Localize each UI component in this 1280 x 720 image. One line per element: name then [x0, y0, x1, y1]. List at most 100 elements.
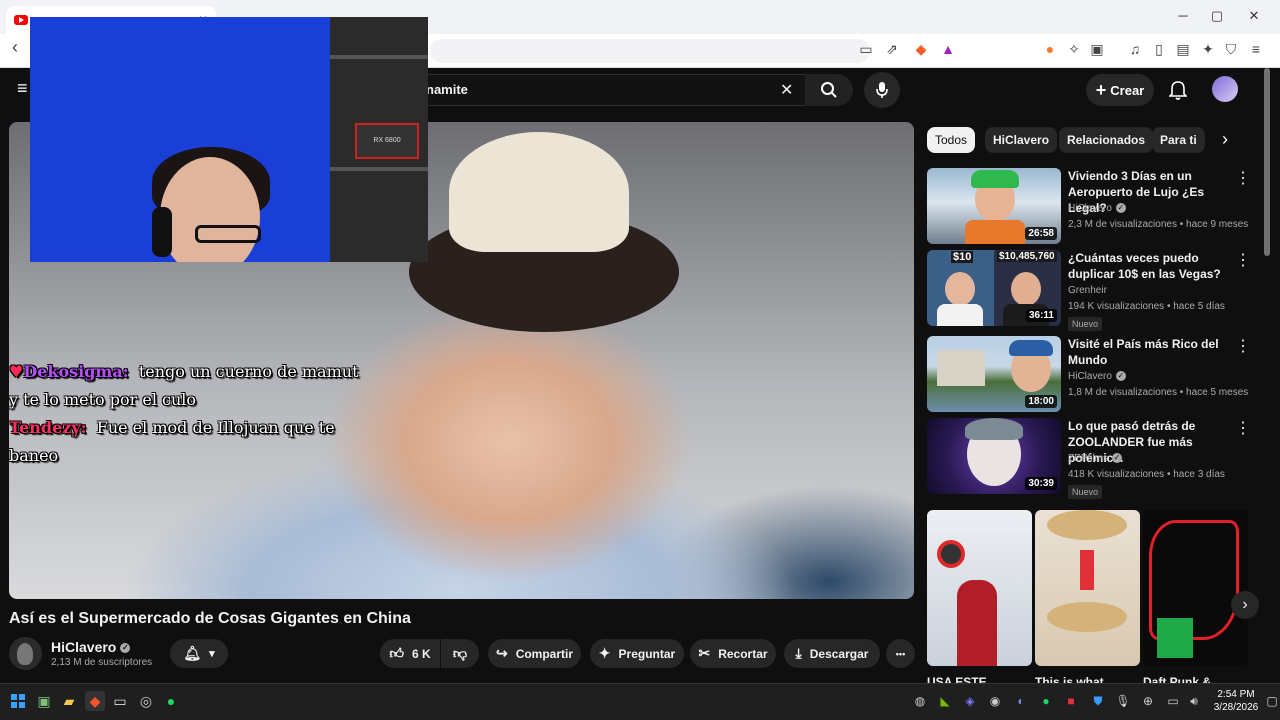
- download-icon: ⤓: [795, 645, 802, 661]
- like-button[interactable]: 👍︎ 6 K: [380, 639, 440, 668]
- tray-steam-icon[interactable]: ◉: [985, 691, 1005, 711]
- video-thumbnail[interactable]: 26:58: [927, 168, 1061, 244]
- recommendation-meta: 194 K visualizaciones • hace 5 días: [1068, 301, 1225, 312]
- video-thumbnail[interactable]: 30:39: [927, 418, 1061, 494]
- tray-discord-icon[interactable]: ◐: [1011, 691, 1031, 711]
- short-thumbnail[interactable]: [927, 510, 1032, 666]
- leo-ai-icon[interactable]: ✦: [1199, 41, 1217, 58]
- back-icon[interactable]: ‹: [6, 37, 24, 58]
- search-button[interactable]: [805, 74, 853, 106]
- notifications-bell-icon[interactable]: [1169, 80, 1187, 100]
- url-field[interactable]: [430, 39, 870, 63]
- more-options-icon[interactable]: ⋮: [1235, 336, 1251, 356]
- more-options-icon[interactable]: ⋮: [1235, 250, 1251, 270]
- subscriber-count: 2,13 M de suscriptores: [51, 657, 153, 668]
- clip-button[interactable]: ✂ Recortar: [690, 639, 776, 668]
- recommendation-title[interactable]: Visité el País más Rico del Mundo: [1068, 336, 1228, 368]
- tray-language-icon[interactable]: ⊕: [1138, 691, 1158, 711]
- menu-icon[interactable]: ≡: [1247, 41, 1265, 57]
- youtube-favicon-icon: [14, 15, 28, 25]
- voice-search-button[interactable]: [864, 72, 900, 108]
- close-window-icon[interactable]: ✕: [1244, 8, 1264, 24]
- tray-microphone-icon[interactable]: 🎙︎: [1113, 691, 1133, 711]
- thumbnail-hair: [965, 418, 1023, 440]
- verified-icon: ✓: [1115, 371, 1126, 382]
- thumbs-down-icon: 👎︎: [452, 645, 468, 661]
- download-button[interactable]: ⤓ Descargar: [784, 639, 880, 668]
- recommendation-channel[interactable]: ZEPfilms ✓: [1068, 453, 1122, 464]
- photos-app-icon[interactable]: ▣: [34, 691, 54, 711]
- chip-hiclavero[interactable]: HiClavero: [985, 127, 1058, 153]
- thumbs-up-icon: 👍︎: [389, 645, 404, 661]
- minimize-icon[interactable]: ─: [1173, 8, 1193, 23]
- recommendation-item[interactable]: $10 $10,485,760 36:11 ¿Cuántas veces pue…: [927, 250, 1257, 331]
- tray-volume-icon[interactable]: 🔊︎: [1184, 691, 1204, 711]
- brave-browser-icon[interactable]: ◆: [85, 691, 105, 711]
- more-options-icon[interactable]: ⋮: [1235, 168, 1251, 188]
- video-thumbnail[interactable]: $10 $10,485,760 36:11: [927, 250, 1061, 326]
- video-duration: 18:00: [1025, 395, 1057, 408]
- chat-message: Tendezy: Fue el mod de Illojuan que te b…: [9, 414, 369, 470]
- new-badge: Nuevo: [1068, 485, 1103, 499]
- chip-relacionados[interactable]: Relacionados: [1059, 127, 1154, 153]
- chip-para-ti[interactable]: Para ti: [1152, 127, 1205, 153]
- notification-center-icon[interactable]: ▢: [1262, 691, 1280, 711]
- more-actions-button[interactable]: •••: [886, 639, 915, 668]
- short-thumbnail[interactable]: [1143, 510, 1248, 666]
- sidebar-icon[interactable]: ▯: [1150, 41, 1168, 58]
- subscription-bell-button[interactable]: 🔔︎ ▾: [170, 639, 228, 668]
- share-icon[interactable]: ⇗: [883, 41, 901, 58]
- music-icon[interactable]: ♫: [1126, 41, 1144, 57]
- app-window-icon[interactable]: ▭: [110, 691, 130, 711]
- tray-network-icon[interactable]: ▭: [1163, 691, 1183, 711]
- shorts-next-icon[interactable]: ›: [1231, 591, 1259, 619]
- search-input[interactable]: namite ✕: [418, 74, 808, 106]
- scrollbar-thumb[interactable]: [1264, 68, 1270, 256]
- dislike-button[interactable]: 👎︎: [441, 639, 479, 668]
- wallet-icon[interactable]: ▤: [1174, 41, 1192, 58]
- brave-shield-icon[interactable]: ◆: [912, 41, 930, 58]
- screenshot-icon[interactable]: ▭: [857, 41, 875, 58]
- brave-leo-icon[interactable]: ●: [1041, 41, 1059, 57]
- obs-icon[interactable]: ◎: [136, 691, 156, 711]
- recommendation-channel[interactable]: HiClavero ✓: [1068, 203, 1126, 214]
- hamburger-menu-icon[interactable]: ≡: [17, 78, 28, 99]
- channel-avatar[interactable]: [9, 637, 42, 670]
- chips-next-icon[interactable]: ›: [1222, 129, 1228, 150]
- recommendation-item[interactable]: 18:00 Visité el País más Rico del Mundo …: [927, 336, 1257, 414]
- vpn-icon[interactable]: ⛉: [1222, 41, 1240, 58]
- tray-app-icon[interactable]: ◈: [960, 691, 980, 711]
- recommendation-channel[interactable]: Grenheir: [1068, 285, 1107, 296]
- video-thumbnail[interactable]: 18:00: [927, 336, 1061, 412]
- spotify-icon[interactable]: ●: [161, 691, 181, 711]
- account-avatar[interactable]: [1212, 76, 1238, 102]
- file-explorer-icon[interactable]: ▰: [59, 691, 79, 711]
- short-thumbnail[interactable]: [1035, 510, 1140, 666]
- page-scrollbar[interactable]: [1272, 68, 1280, 680]
- windows-logo-icon: [11, 694, 25, 708]
- verified-icon: ✓: [1115, 203, 1126, 214]
- recommendation-item[interactable]: 26:58 Viviendo 3 Días en un Aeropuerto d…: [927, 168, 1257, 246]
- tray-recording-icon[interactable]: ■: [1061, 691, 1081, 711]
- windows-start-icon[interactable]: [8, 691, 28, 711]
- tray-spotify-icon[interactable]: ●: [1036, 691, 1056, 711]
- share-button[interactable]: ↪ Compartir: [488, 639, 581, 668]
- video-cap-shape: [449, 132, 629, 252]
- playlist-icon[interactable]: ▣: [1088, 41, 1106, 58]
- tray-copilot-icon[interactable]: ◍: [910, 691, 930, 711]
- tray-nvidia-icon[interactable]: ◣: [935, 691, 955, 711]
- maximize-icon[interactable]: ▢: [1207, 8, 1227, 24]
- taskbar-clock[interactable]: 2:54 PM 3/28/2026: [1206, 688, 1266, 714]
- brave-rewards-icon[interactable]: ▲: [939, 41, 957, 57]
- clear-search-icon[interactable]: ✕: [780, 80, 793, 100]
- recommendation-title[interactable]: ¿Cuántas veces puedo duplicar 10$ en las…: [1068, 250, 1228, 282]
- ask-button[interactable]: ✦ Preguntar: [590, 639, 684, 668]
- recommendation-channel[interactable]: HiClavero ✓: [1068, 371, 1126, 382]
- create-button[interactable]: + Crear: [1086, 74, 1154, 106]
- extensions-icon[interactable]: ✧: [1065, 41, 1083, 58]
- more-options-icon[interactable]: ⋮: [1235, 418, 1251, 438]
- channel-name[interactable]: HiClavero ✓: [51, 639, 131, 655]
- recommendation-item[interactable]: 30:39 Lo que pasó detrás de ZOOLANDER fu…: [927, 418, 1257, 499]
- tray-security-icon[interactable]: ⛊: [1088, 691, 1108, 711]
- chip-todos[interactable]: Todos: [927, 127, 976, 153]
